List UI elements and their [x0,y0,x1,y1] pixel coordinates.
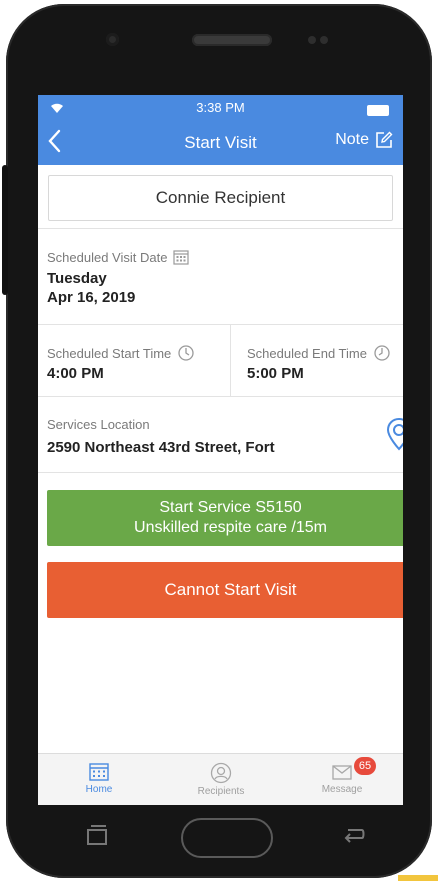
front-camera [106,33,119,46]
clock-start-icon [178,345,194,361]
end-time-label: Scheduled End Time [247,344,391,362]
divider [38,228,403,229]
tab-recipients-label: Recipients [197,786,245,797]
bottom-tab-bar: Home Recipients Message 65 [38,753,403,805]
status-time: 3:38 PM [196,100,245,115]
envelope-icon [332,765,352,780]
location-label: Services Location [47,417,150,432]
visit-day: Tuesday [47,270,107,287]
start-service-title: Start Service S5150 [159,499,302,516]
cannot-start-visit-button[interactable]: Cannot Start Visit [47,562,403,618]
divider [38,472,403,473]
note-label: Note [335,131,369,148]
person-icon [210,762,232,784]
clock-end-icon [374,345,390,361]
recipient-name-card[interactable]: Connie Recipient [48,175,393,221]
recipient-name: Connie Recipient [155,188,286,207]
back-arrow-icon[interactable] [340,824,368,846]
start-time-value: 4:00 PM [47,365,104,382]
tab-recipients[interactable]: Recipients [160,754,282,805]
visit-date-label: Scheduled Visit Date [47,249,190,265]
calendar-icon [89,763,109,781]
start-time-label: Scheduled Start Time [47,344,195,362]
tab-message[interactable]: Message 65 [281,754,403,805]
location-address: 2590 Northeast 43rd Street, Fort [47,439,275,456]
map-pin-icon[interactable] [386,417,403,451]
status-bar: 3:38 PM [38,99,403,117]
end-time-label-text: Scheduled End Time [247,345,367,361]
corner-accent [398,875,438,881]
earpiece-speaker [192,34,272,46]
android-nav-bar [38,808,403,858]
recent-apps-icon[interactable] [84,824,110,846]
navigation-bar: Start Visit Note [38,121,403,161]
start-time-label-text: Scheduled Start Time [47,345,172,361]
side-button [2,165,8,295]
start-service-button[interactable]: Start Service S5150 Unskilled respite ca… [47,490,403,546]
divider [38,396,403,397]
tab-home-label: Home [85,784,113,795]
tab-home[interactable]: Home [38,754,160,805]
edit-note-icon [376,131,393,148]
home-button[interactable] [181,818,273,858]
unread-message-badge: 65 [354,757,376,775]
divider [38,324,403,325]
app-screen: 3:38 PM Start Visit Note Connie Recipien… [38,95,403,805]
time-column-separator [230,324,231,396]
note-button[interactable]: Note [335,131,393,149]
proximity-sensor [308,36,316,44]
visit-date-label-text: Scheduled Visit Date [47,249,168,265]
tab-message-label: Message [321,784,363,795]
visit-date: Apr 16, 2019 [47,289,136,306]
end-time-value: 5:00 PM [247,365,304,382]
battery-icon [367,105,389,116]
light-sensor [320,36,328,44]
calendar-icon [173,250,190,265]
start-service-description: Unskilled respite care /15m [134,519,327,536]
app-header: 3:38 PM Start Visit Note [38,95,403,165]
